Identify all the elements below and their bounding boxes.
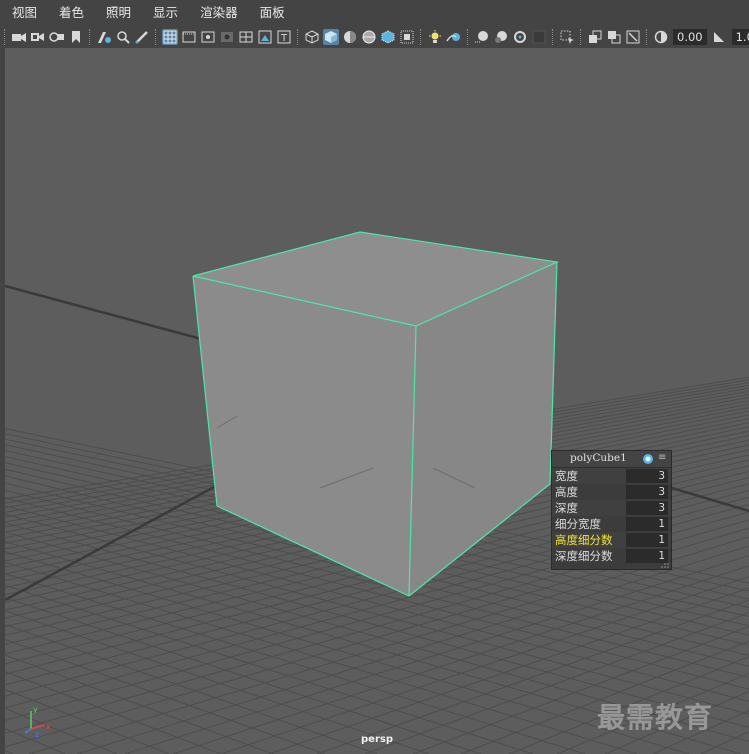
xray-active-icon[interactable] bbox=[587, 29, 603, 45]
node-name: polyCube1 bbox=[570, 452, 627, 464]
attr-label-subdivisions-depth: 深度细分数 bbox=[555, 549, 613, 563]
bookmark-camera-icon[interactable] bbox=[48, 29, 65, 45]
attr-row-subdivisions-height[interactable]: 高度细分数 1 bbox=[552, 532, 671, 548]
channel-box-polycube[interactable]: polyCube1 ≡ 宽度 3 高度 3 深度 3 细分宽度 1 高度细分数 1 深度细… bbox=[551, 450, 672, 570]
gamma-icon[interactable] bbox=[711, 29, 727, 45]
anti-aliasing-icon[interactable] bbox=[493, 29, 509, 45]
attr-row-subdivisions-depth[interactable]: 深度细分数 1 bbox=[552, 548, 671, 564]
resize-grip-icon[interactable] bbox=[661, 563, 669, 568]
film-gate-icon[interactable] bbox=[181, 29, 197, 45]
grid-icon[interactable] bbox=[161, 29, 178, 45]
xray-icon[interactable] bbox=[380, 29, 396, 45]
watermark-text: 最需教育 bbox=[597, 701, 714, 734]
attr-label-depth: 深度 bbox=[555, 501, 578, 515]
toolbar-separator bbox=[580, 29, 581, 45]
polycube-mesh[interactable] bbox=[192, 231, 560, 597]
scene-canvas[interactable] bbox=[5, 48, 749, 754]
attr-value-height[interactable]: 3 bbox=[626, 485, 668, 499]
toolbar-separator bbox=[297, 29, 298, 45]
toolbar-separator bbox=[646, 29, 647, 45]
grid-axis-z bbox=[5, 284, 206, 342]
exposure-field[interactable]: 0.00 bbox=[673, 29, 707, 45]
2d-pan-zoom-icon[interactable] bbox=[115, 29, 131, 45]
attr-label-subdivisions-height: 高度细分数 bbox=[555, 533, 613, 547]
image-plane-icon[interactable] bbox=[96, 29, 112, 45]
field-chart-icon[interactable] bbox=[238, 29, 254, 45]
exposure-icon[interactable] bbox=[653, 29, 669, 45]
attr-label-width: 宽度 bbox=[555, 469, 578, 483]
depth-of-field-icon[interactable] bbox=[512, 29, 528, 45]
gate-mask-icon[interactable] bbox=[219, 29, 235, 45]
panel-menubar: 视图 着色 照明 显示 渲染器 面板 bbox=[0, 0, 749, 26]
use-all-lights-icon[interactable] bbox=[399, 29, 415, 45]
attr-value-width[interactable]: 3 bbox=[626, 469, 668, 483]
menu-lighting[interactable]: 照明 bbox=[94, 0, 141, 26]
attr-row-depth[interactable]: 深度 3 bbox=[552, 500, 671, 516]
menu-show[interactable]: 显示 bbox=[141, 0, 188, 26]
motion-blur-icon[interactable] bbox=[474, 29, 490, 45]
toolbar-separator bbox=[467, 29, 468, 45]
menu-view[interactable]: 视图 bbox=[0, 0, 47, 26]
attr-value-depth[interactable]: 3 bbox=[626, 501, 668, 515]
attr-value-subdivisions-depth[interactable]: 1 bbox=[626, 549, 668, 563]
camera-lock-icon[interactable] bbox=[606, 29, 622, 45]
frame-selected-icon[interactable] bbox=[625, 29, 641, 45]
wireframe-on-shaded-icon[interactable] bbox=[361, 29, 377, 45]
perspective-viewport[interactable]: polyCube1 ≡ 宽度 3 高度 3 深度 3 细分宽度 1 高度细分数 1 深度细… bbox=[5, 48, 749, 754]
menu-shading[interactable]: 着色 bbox=[47, 0, 94, 26]
toolbar-separator bbox=[420, 29, 421, 45]
xray-joints-icon[interactable] bbox=[559, 29, 575, 45]
menu-panels[interactable]: 面板 bbox=[248, 0, 295, 26]
axis-x-label: x bbox=[46, 722, 51, 731]
attr-value-subdivisions-width[interactable]: 1 bbox=[626, 517, 668, 531]
grease-pencil-icon[interactable] bbox=[134, 29, 150, 45]
smooth-shade-icon[interactable] bbox=[322, 29, 339, 45]
channel-box-header: polyCube1 ≡ bbox=[552, 451, 671, 468]
use-default-material-icon[interactable] bbox=[342, 29, 358, 45]
menu-renderer[interactable]: 渲染器 bbox=[188, 0, 248, 26]
axis-y-label: y bbox=[33, 705, 38, 714]
gamma-field[interactable]: 1.00 bbox=[731, 29, 749, 45]
svg-text:T: T bbox=[279, 33, 287, 44]
screen-space-ao-icon[interactable] bbox=[445, 29, 462, 45]
resolution-gate-icon[interactable] bbox=[200, 29, 216, 45]
isolate-select-icon[interactable] bbox=[531, 29, 547, 45]
shadows-icon[interactable] bbox=[427, 29, 443, 45]
view-axis-gizmo: y x z bbox=[24, 705, 51, 737]
safe-action-icon[interactable] bbox=[257, 29, 273, 45]
toolbar-separator bbox=[552, 29, 553, 45]
camera-bookmark-icon[interactable] bbox=[68, 29, 84, 45]
attr-row-width[interactable]: 宽度 3 bbox=[552, 468, 671, 484]
attr-label-subdivisions-width: 细分宽度 bbox=[555, 517, 601, 531]
camera-attributes-icon[interactable] bbox=[30, 29, 46, 45]
panel-toolbar: T 0.00 1.00 bbox=[0, 26, 749, 48]
attr-row-height[interactable]: 高度 3 bbox=[552, 484, 671, 500]
toolbar-separator bbox=[4, 29, 5, 45]
attr-label-height: 高度 bbox=[555, 485, 578, 499]
attr-row-subdivisions-width[interactable]: 细分宽度 1 bbox=[552, 516, 671, 532]
attr-value-subdivisions-height[interactable]: 1 bbox=[626, 533, 668, 547]
wireframe-icon[interactable] bbox=[304, 29, 320, 45]
toolbar-separator bbox=[89, 29, 90, 45]
node-type-icon bbox=[643, 454, 653, 464]
safe-title-icon[interactable]: T bbox=[276, 29, 292, 45]
toolbar-separator bbox=[155, 29, 156, 45]
select-camera-icon[interactable] bbox=[11, 29, 27, 45]
menu-icon[interactable]: ≡ bbox=[658, 452, 666, 463]
